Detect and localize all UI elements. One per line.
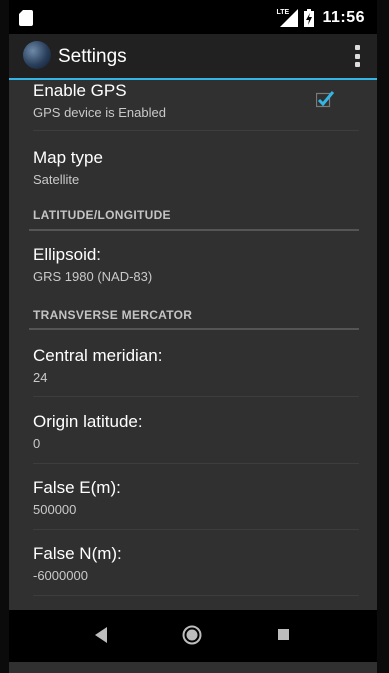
category-header-latlon: LATITUDE/LONGITUDE xyxy=(33,208,171,222)
phone-screen: LTE 11:56 Settings Enable GPS GPS device… xyxy=(9,0,377,673)
pref-summary: -6000000 xyxy=(33,568,88,583)
pref-title: Enable GPS xyxy=(33,81,127,100)
pref-title: False E(m): xyxy=(33,478,121,497)
pref-title: False N(m): xyxy=(33,544,122,563)
pref-summary: GPS device is Enabled xyxy=(33,105,166,120)
pref-title: Central meridian: xyxy=(33,346,163,365)
clock: 11:56 xyxy=(322,9,365,26)
home-icon[interactable] xyxy=(182,625,202,645)
globe-app-icon[interactable] xyxy=(23,41,51,69)
category-header-tm: TRANSVERSE MERCATOR xyxy=(33,308,193,322)
back-icon[interactable] xyxy=(94,627,108,643)
navigation-bar xyxy=(9,610,377,662)
overflow-menu-icon[interactable] xyxy=(353,45,361,67)
pref-central-meridian[interactable]: Central meridian: 24 xyxy=(9,330,377,396)
recent-apps-icon[interactable] xyxy=(278,629,289,640)
page-title: Settings xyxy=(58,46,127,67)
battery-charging-icon xyxy=(304,9,315,27)
pref-false-northing[interactable]: False N(m): -6000000 xyxy=(9,530,377,596)
pref-title: Ellipsoid: xyxy=(33,245,102,264)
lte-signal-icon: LTE xyxy=(276,9,299,27)
pref-title: Map type xyxy=(33,148,103,167)
pref-summary: Satellite xyxy=(33,172,80,187)
action-bar: Settings xyxy=(9,34,377,78)
pref-summary: GRS 1980 (NAD-83) xyxy=(33,269,153,284)
pref-summary: 500000 xyxy=(33,502,77,517)
sd-card-icon xyxy=(19,10,33,26)
pref-origin-latitude[interactable]: Origin latitude: 0 xyxy=(9,397,377,463)
divider xyxy=(33,595,359,596)
pref-title: Origin latitude: xyxy=(33,412,143,431)
pref-summary: 24 xyxy=(33,370,48,385)
enable-gps-checkbox[interactable] xyxy=(316,90,334,108)
pref-ellipsoid[interactable]: Ellipsoid: GRS 1980 (NAD-83) xyxy=(9,231,377,294)
preference-list[interactable]: Enable GPS GPS device is Enabled Map typ… xyxy=(9,80,377,610)
pref-summary: 0 xyxy=(33,436,41,451)
pref-map-type[interactable]: Map type Satellite xyxy=(9,131,377,197)
pref-false-easting[interactable]: False E(m): 500000 xyxy=(9,464,377,530)
pref-enable-gps[interactable]: Enable GPS GPS device is Enabled xyxy=(9,80,377,128)
status-bar: LTE 11:56 xyxy=(9,0,377,34)
